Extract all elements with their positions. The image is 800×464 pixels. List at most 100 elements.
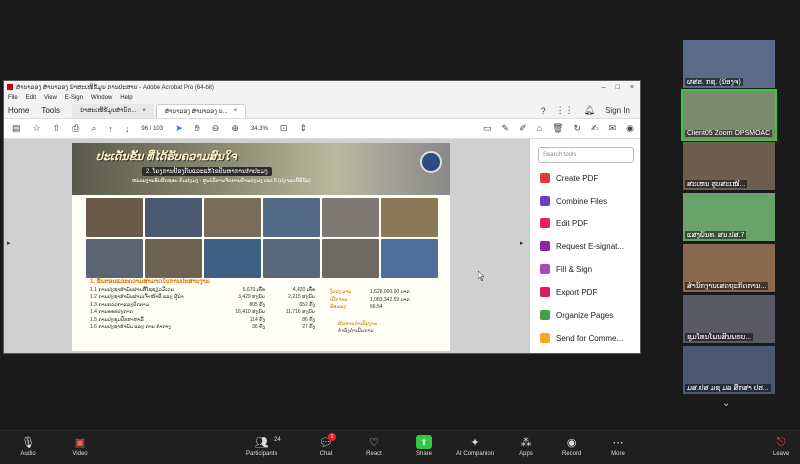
menu-esign[interactable]: E-Sign bbox=[65, 95, 83, 101]
chevron-down-icon[interactable]: ⌄ bbox=[722, 398, 730, 409]
tab-label: ສຳນາລອງ ສຳນາລອງ ນ... bbox=[164, 108, 228, 115]
sign-in-button[interactable]: Sign In bbox=[605, 106, 630, 115]
menu-window[interactable]: Window bbox=[91, 95, 112, 101]
tool-request-esign[interactable]: Request E-signat... bbox=[540, 241, 624, 251]
page-indicator[interactable]: 96 / 103 bbox=[141, 126, 163, 132]
mail-icon[interactable]: ✉ bbox=[609, 123, 617, 134]
print-icon[interactable]: ⎙ bbox=[72, 123, 79, 134]
tool-organize-pages[interactable]: Organize Pages bbox=[540, 310, 613, 320]
acrobat-toolbar: ▤ ☆ ⇧ ⎙ ⌕ ↑ ↓ 96 / 103 ➤ ✋︎ ⊖ ⊕ 34.3% ⊡ … bbox=[4, 119, 640, 139]
sign-icon[interactable]: ✍︎ bbox=[591, 123, 599, 134]
document-viewport[interactable]: ▸ ປະເດັນຂັ້ນ ທີ່ໄດ້ຮັບຄວາມສົນໃຈ 2. ໂຄງກາ… bbox=[4, 139, 640, 353]
fit-page-icon[interactable]: ⊡ bbox=[280, 123, 288, 134]
window-controls: – □ × bbox=[602, 84, 640, 91]
video-button[interactable]: ▣ Video bbox=[72, 435, 88, 458]
ai-companion-button[interactable]: ✦ AI Companion bbox=[456, 435, 494, 458]
photo bbox=[145, 239, 202, 278]
right-panel-toggle-icon[interactable]: ▸ bbox=[520, 239, 524, 247]
maximize-icon[interactable]: □ bbox=[616, 84, 620, 91]
hand-icon[interactable]: ✋︎ bbox=[195, 123, 200, 134]
tool-edit-pdf[interactable]: Edit PDF bbox=[540, 218, 588, 228]
nav-home[interactable]: Home bbox=[8, 106, 29, 115]
tool-send-for-comment[interactable]: Send for Comme... bbox=[540, 333, 623, 343]
microphone-icon: 🎙︎ bbox=[21, 436, 35, 449]
search-icon[interactable]: ⌕ bbox=[91, 123, 96, 134]
shared-acrobat-window: ສຳນາລອງ ສຳນາລອງ ນຳສະເໜີຂໍ້ມູນ ການປະສານ -… bbox=[3, 80, 641, 354]
tab-close-icon[interactable]: × bbox=[142, 108, 146, 114]
participant-tile[interactable]: ແສງພັນທ. ສນ.ປສ.7 bbox=[683, 193, 775, 241]
poster-banner-title: ປະເດັນຂັ້ນ ທີ່ໄດ້ຮັບຄວາມສົນໃຈ bbox=[96, 151, 237, 163]
participants-button[interactable]: 👥︎ Participants bbox=[246, 435, 277, 458]
share-button[interactable]: ⬆ Share bbox=[416, 435, 432, 457]
acrobat-navbar: Home Tools ນຳສະເໜີຂໍ້ມູນສຳນັກ... × ສຳນາລ… bbox=[4, 103, 640, 119]
photo bbox=[86, 239, 143, 278]
list-header: 1. ຂັ້ນຕອນແລະຄວາມສາມາດໃນການປະສານງານ bbox=[90, 279, 210, 285]
page-up-icon[interactable]: ↑ bbox=[108, 124, 113, 134]
poster-banner-subtitle-2: ຫນ່ວຍງານຮັບຜິດຊອບ ກົມປະມງ - ສູນບໍລິການຈັ… bbox=[132, 178, 311, 184]
pen-icon[interactable]: ✎ bbox=[502, 123, 510, 134]
zoom-level[interactable]: 34.3% bbox=[251, 126, 268, 132]
photo bbox=[86, 198, 143, 237]
participant-tile[interactable]: ຊຸມໂທນໂພນສົນພຣບ... bbox=[683, 295, 775, 343]
close-icon[interactable]: × bbox=[630, 84, 634, 91]
plan-value: ກໍາລັງດໍາເນີນການ bbox=[338, 328, 374, 334]
save-icon[interactable]: ▤ bbox=[12, 123, 21, 134]
leave-button[interactable]: ⎋ Leave bbox=[773, 435, 789, 458]
upload-icon[interactable]: ⇧ bbox=[53, 123, 61, 134]
department-seal-icon bbox=[420, 151, 442, 173]
user-icon[interactable]: ◉ bbox=[626, 123, 634, 134]
star-icon[interactable]: ☆ bbox=[33, 123, 41, 134]
react-button[interactable]: ♡ React bbox=[366, 435, 382, 458]
page-down-icon[interactable]: ↓ bbox=[125, 124, 130, 134]
photo bbox=[204, 198, 261, 237]
bell-icon[interactable]: 🔔︎ bbox=[584, 105, 595, 116]
menu-edit[interactable]: Edit bbox=[26, 95, 36, 101]
list-item: 1.6 ການປະຊາສໍາພັນ ແລະ ການ ກໍາກາງ 36 ຄັ້ງ 2… bbox=[90, 324, 315, 330]
participant-tile[interactable]: ສະເຫນ ຮູບສະເໜີ... bbox=[683, 142, 775, 190]
comment-icon[interactable]: ▭ bbox=[483, 123, 492, 134]
minimize-icon[interactable]: – bbox=[602, 84, 606, 91]
more-button[interactable]: ⋯ More bbox=[610, 435, 626, 458]
poster-page: ປະເດັນຂັ້ນ ທີ່ໄດ້ຮັບຄວາມສົນໃຈ 2. ໂຄງການປ… bbox=[72, 143, 450, 351]
trash-icon[interactable]: 🗑︎ bbox=[552, 123, 563, 134]
left-panel-toggle-icon[interactable]: ▸ bbox=[7, 239, 11, 247]
apps-button[interactable]: ⁂ Apps bbox=[518, 435, 534, 458]
page-current[interactable]: 96 bbox=[141, 126, 148, 132]
heart-icon: ♡ bbox=[369, 436, 379, 449]
chat-button[interactable]: 💬︎ 1 Chat bbox=[318, 433, 336, 457]
scroll-mode-icon[interactable]: ⇕ bbox=[299, 123, 307, 134]
participant-tile[interactable]: ຜສຮ. ກຊ. (ນ້ອງຈ) bbox=[683, 40, 775, 88]
page-total: / 103 bbox=[149, 125, 164, 132]
select-cursor-icon[interactable]: ➤ bbox=[175, 123, 183, 134]
tool-fill-sign[interactable]: Fill & Sign bbox=[540, 264, 592, 274]
menu-file[interactable]: File bbox=[8, 95, 18, 101]
document-tab-2[interactable]: ສຳນາລອງ ສຳນາລອງ ນ... × bbox=[155, 103, 247, 118]
highlight-icon[interactable]: ✐ bbox=[519, 123, 527, 134]
menu-help[interactable]: Help bbox=[120, 95, 132, 101]
participant-tile-active[interactable]: Client05 Zoom OPSMOAC bbox=[681, 89, 777, 141]
zoom-in-icon[interactable]: ⊕ bbox=[231, 123, 239, 134]
redo-icon[interactable]: ↻ bbox=[574, 123, 582, 134]
photo bbox=[204, 239, 261, 278]
help-icon[interactable]: ? bbox=[541, 106, 546, 116]
request-esign-icon bbox=[540, 241, 550, 251]
record-button[interactable]: ◉ Record bbox=[562, 435, 581, 458]
video-camera-icon: ▣ bbox=[74, 436, 86, 449]
search-tools-input[interactable]: Search tools bbox=[538, 147, 634, 163]
participant-tile[interactable]: ມສ.ຢສ ມຊ ມລ ສຶກສາ ປຮ... bbox=[683, 346, 775, 394]
menu-view[interactable]: View bbox=[44, 95, 57, 101]
poster-banner-subtitle: 2. ໂຄງການປ້ອງກັນແລະແກ້ໄຂປັນຫາການກໍາປະມງ bbox=[142, 167, 272, 176]
stamp-icon[interactable]: ⌂ bbox=[537, 123, 542, 134]
nav-tools[interactable]: Tools bbox=[41, 106, 60, 115]
tool-export-pdf[interactable]: Export PDF bbox=[540, 287, 597, 297]
grid-icon[interactable]: ⋮⋮ bbox=[556, 105, 574, 116]
tab-close-icon[interactable]: × bbox=[234, 108, 238, 114]
audio-button[interactable]: 🎙︎ Audio bbox=[20, 435, 36, 458]
tool-combine-files[interactable]: Combine Files bbox=[540, 196, 607, 206]
tool-create-pdf[interactable]: Create PDF bbox=[540, 173, 598, 183]
participants-icon: 👥︎ bbox=[254, 436, 269, 449]
participant-tile[interactable]: ສໍານັກງານເສດຖະກິດການ... bbox=[683, 244, 775, 292]
toolbar-right: ▭ ✎ ✐ ⌂ 🗑︎ ↻ ✍︎ ✉ ◉ bbox=[483, 123, 640, 134]
document-tab-1[interactable]: ນຳສະເໜີຂໍ້ມູນສຳນັກ... × bbox=[72, 103, 154, 118]
zoom-out-icon[interactable]: ⊖ bbox=[212, 123, 220, 134]
